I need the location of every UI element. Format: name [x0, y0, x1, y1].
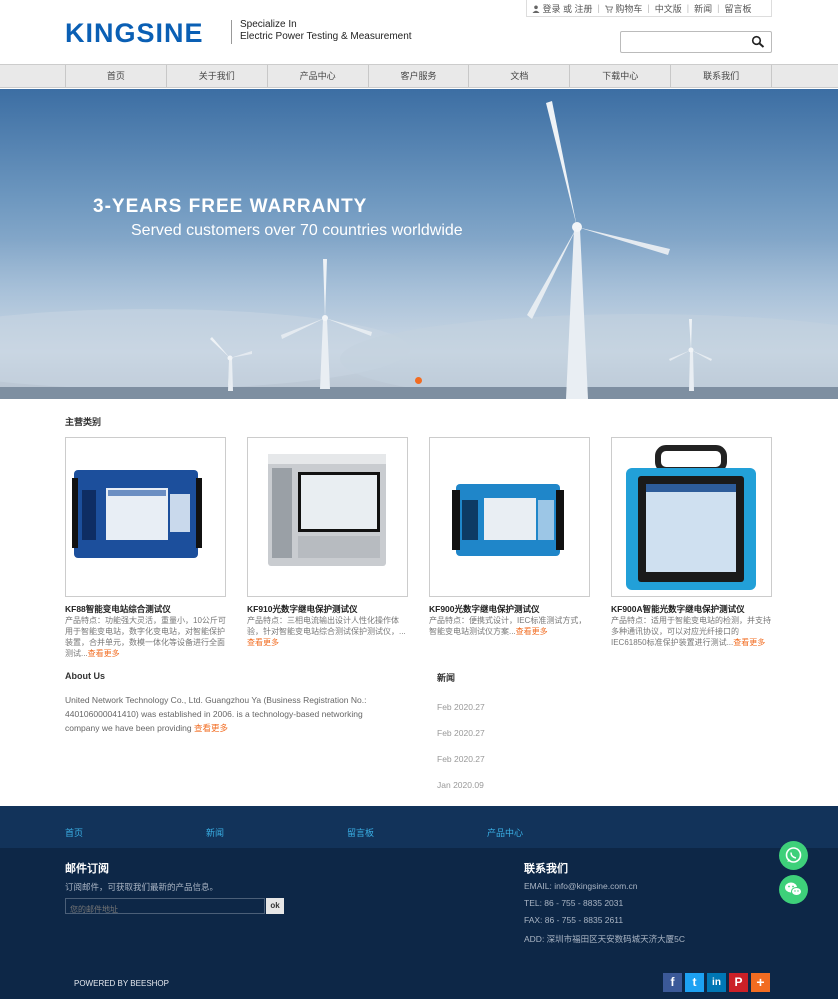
product-card[interactable]: KF88智能变电站综合测试仪 产品特点：功能强大灵活，重量小，10公斤可用于智能…	[65, 437, 226, 659]
product-image[interactable]	[611, 437, 772, 597]
carousel-indicator[interactable]	[415, 377, 422, 384]
contact-address: ADD: 深圳市福田区天安数码城天济大厦5C	[524, 934, 686, 944]
product-section-title: 主营类别	[65, 417, 102, 427]
nav-item-downloads[interactable]: 下载中心	[569, 65, 670, 87]
footer: 邮件订阅 订阅邮件，可获取我们最新的产品信息。 ok 联系我们 EMAIL: i…	[0, 848, 838, 999]
top-utility-bar: 登录 或 注册 | 购物车 | 中文版 | 新闻 | 留言板	[526, 0, 772, 17]
news-date[interactable]: Jan 2020.09	[437, 780, 484, 790]
wechat-icon[interactable]	[779, 875, 808, 904]
page: KINGSINE Specialize In Electric Power Te…	[0, 0, 838, 999]
product-desc-text: 产品特点：三相电流输出设计人性化操作体验，针对智能变电站综合测试保护测试仪，..…	[247, 616, 406, 636]
news-title: 新闻	[437, 673, 456, 683]
login-register-label: 登录 或 注册	[542, 3, 593, 14]
nav-item-home[interactable]: 首页	[65, 65, 166, 87]
contact-email[interactable]: EMAIL: info@kingsine.com.cn	[524, 881, 638, 891]
search-box	[620, 31, 772, 53]
product-desc: 产品特点：适用于智能变电站的检测，并支持多种通讯协议，可以对应光纤接口的IEC6…	[611, 615, 772, 659]
about-text: United Network Technology Co., Ltd. Guan…	[65, 693, 395, 735]
product-name[interactable]: KF900光数字继电保护测试仪	[429, 604, 590, 615]
nav-item-service[interactable]: 客户服务	[367, 65, 469, 87]
footer-links-bar: 首页 新闻 留言板 产品中心	[0, 806, 838, 848]
nav-items: 首页 关于我们 产品中心 客户服务 文档 下载中心 联系我们	[65, 65, 773, 87]
search-icon[interactable]	[751, 35, 765, 49]
product-desc: 产品特点：便携式设计，IEC标准测试方式，智能变电站测试仪方案...查看更多	[429, 615, 590, 659]
wind-turbines-image	[0, 101, 838, 399]
hero-banner[interactable]: 3-YEARS FREE WARRANTY Served customers o…	[0, 89, 838, 399]
news-date[interactable]: Feb 2020.27	[437, 754, 485, 764]
tagline-line1: Specialize In	[240, 19, 297, 30]
contact-tel: TEL: 86 - 755 - 8835 2031	[524, 898, 624, 908]
wechat-glyph	[785, 882, 802, 896]
tagline-line2: Electric Power Testing & Measurement	[240, 31, 412, 42]
footer-link-home[interactable]: 首页	[65, 826, 83, 839]
whatsapp-icon[interactable]	[779, 841, 808, 870]
news-link[interactable]: 新闻	[689, 2, 717, 15]
banner-subtitle: Served customers over 70 countries world…	[131, 222, 463, 239]
news-date[interactable]: Feb 2020.27	[437, 702, 485, 712]
footer-link-board[interactable]: 留言板	[347, 826, 374, 839]
whatsapp-glyph	[785, 847, 802, 863]
linkedin-icon[interactable]: in	[707, 973, 726, 992]
contact-fax: FAX: 86 - 755 - 8835 2611	[524, 915, 624, 925]
news-date[interactable]: Feb 2020.27	[437, 728, 485, 738]
twitter-icon[interactable]: t	[685, 973, 704, 992]
nav-item-contact[interactable]: 联系我们	[670, 65, 773, 87]
product-image[interactable]	[247, 437, 408, 597]
product-name[interactable]: KF88智能变电站综合测试仪	[65, 604, 226, 615]
cart-icon	[604, 5, 613, 13]
subscribe-email-input[interactable]	[66, 902, 256, 917]
product-card[interactable]: KF900光数字继电保护测试仪 产品特点：便携式设计，IEC标准测试方式，智能变…	[429, 437, 590, 659]
product-name[interactable]: KF910光数字继电保护测试仪	[247, 604, 408, 615]
nav-item-products[interactable]: 产品中心	[266, 65, 368, 87]
cart-link[interactable]: 购物车	[600, 2, 648, 15]
product-card[interactable]: KF900A智能光数字继电保护测试仪 产品特点：适用于智能变电站的检测，并支持多…	[611, 437, 772, 659]
read-more-link[interactable]: 查看更多	[247, 638, 279, 647]
subscribe-ok-button[interactable]: ok	[266, 898, 284, 914]
product-desc: 产品特点：三相电流输出设计人性化操作体验，针对智能变电站综合测试保护测试仪，..…	[247, 615, 408, 659]
user-icon	[532, 5, 540, 13]
tester-device-icon	[452, 484, 564, 556]
footer-link-news[interactable]: 新闻	[206, 826, 224, 839]
product-name[interactable]: KF900A智能光数字继电保护测试仪	[611, 604, 772, 615]
facebook-icon[interactable]: f	[663, 973, 682, 992]
language-link[interactable]: 中文版	[650, 2, 687, 15]
message-board-link[interactable]: 留言板	[719, 2, 756, 15]
product-desc-text: 产品特点：便携式设计，IEC标准测试方式，智能变电站测试仪方案...	[429, 616, 587, 636]
subscribe-title: 邮件订阅	[65, 863, 109, 875]
tester-device-icon	[72, 470, 202, 558]
kingsine-logo[interactable]: KINGSINE	[65, 18, 204, 49]
product-image[interactable]	[429, 437, 590, 597]
login-register-link[interactable]: 登录 或 注册	[527, 2, 598, 15]
pinterest-icon[interactable]: P	[729, 973, 748, 992]
tester-device-icon	[626, 445, 756, 590]
read-more-link[interactable]: 查看更多	[733, 638, 765, 647]
contact-title: 联系我们	[524, 863, 568, 875]
tagline: Specialize In Electric Power Testing & M…	[240, 19, 412, 43]
product-desc: 产品特点：功能强大灵活，重量小，10公斤可用于智能变电站，数字化变电站，对智能保…	[65, 615, 226, 659]
main-nav: 首页 关于我们 产品中心 客户服务 文档 下载中心 联系我们	[0, 64, 838, 88]
nav-item-about[interactable]: 关于我们	[165, 65, 267, 87]
banner-title: 3-YEARS FREE WARRANTY	[93, 196, 368, 217]
cart-label: 购物车	[615, 3, 643, 14]
about-title: About Us	[65, 671, 105, 681]
subscribe-email-box	[65, 898, 265, 917]
read-more-link[interactable]: 查看更多	[516, 627, 548, 636]
product-image[interactable]	[65, 437, 226, 597]
subscribe-text: 订阅邮件，可获取我们最新的产品信息。	[65, 882, 219, 892]
header: KINGSINE Specialize In Electric Power Te…	[0, 0, 838, 64]
nav-item-docs[interactable]: 文档	[468, 65, 569, 87]
share-plus-icon[interactable]: +	[751, 973, 770, 992]
tester-device-icon	[268, 454, 386, 566]
read-more-link[interactable]: 查看更多	[88, 649, 120, 658]
about-read-more-link[interactable]: 查看更多	[194, 723, 228, 733]
powered-by[interactable]: POWERED BY BEESHOP	[74, 979, 169, 988]
logo-divider	[231, 20, 232, 44]
search-input[interactable]	[621, 32, 741, 53]
footer-link-products[interactable]: 产品中心	[487, 826, 523, 839]
product-card[interactable]: KF910光数字继电保护测试仪 产品特点：三相电流输出设计人性化操作体验，针对智…	[247, 437, 408, 659]
